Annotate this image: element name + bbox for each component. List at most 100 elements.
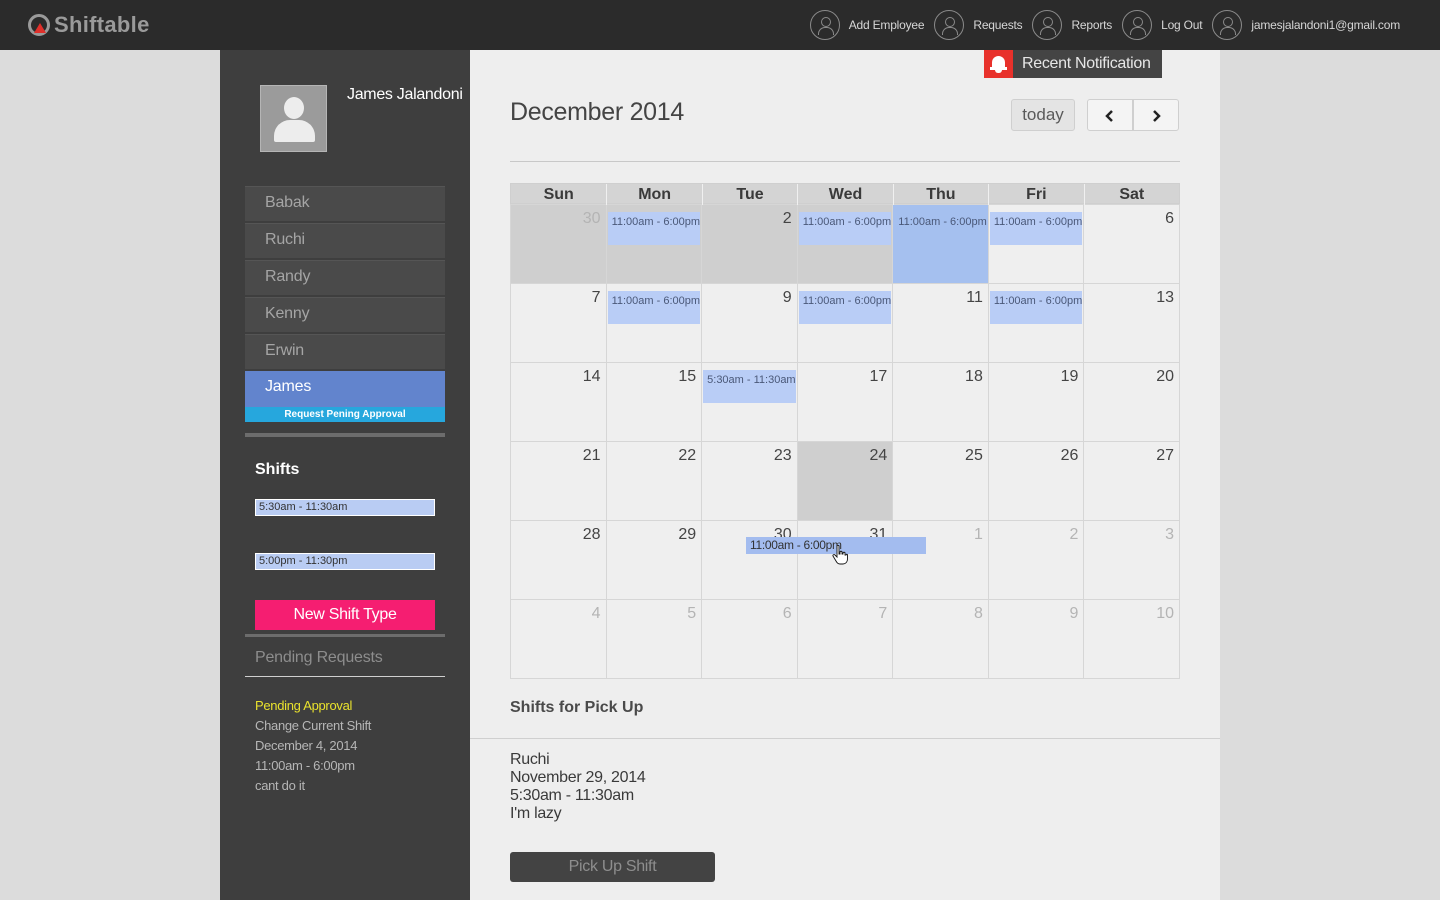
nav-requests[interactable]: Requests <box>934 10 1023 40</box>
calendar-day-cell[interactable]: 165:30am - 11:30am <box>702 363 798 442</box>
calendar-day-cell[interactable]: 811:00am - 6:00pm <box>606 284 703 363</box>
calendar-day-cell[interactable]: 10 <box>1084 600 1180 679</box>
day-number: 26 <box>1060 447 1079 464</box>
day-number: 6 <box>782 605 792 622</box>
nav-log-out[interactable]: Log Out <box>1122 10 1203 40</box>
calendar-day-cell[interactable]: 311:00am - 6:00pm <box>797 205 894 284</box>
calendar-day-cell[interactable]: 22 <box>606 442 703 521</box>
calendar-day-cell[interactable]: 6 <box>1084 205 1180 284</box>
today-button[interactable]: today <box>1011 99 1075 131</box>
calendar-day-cell[interactable]: 8 <box>893 600 989 679</box>
day-number: 22 <box>678 447 697 464</box>
user-name: James Jalandoni <box>347 86 463 103</box>
pickup-employee: Ruchi <box>510 751 550 768</box>
calendar-day-cell[interactable]: 30 <box>702 521 798 600</box>
calendar-day-cell[interactable]: 7 <box>797 600 894 679</box>
divider <box>245 676 445 677</box>
calendar-day-cell[interactable]: 511:00am - 6:00pm <box>988 205 1085 284</box>
shift-event[interactable]: 5:30am - 11:30am <box>703 370 796 403</box>
calendar-day-cell[interactable]: 19 <box>988 363 1085 442</box>
employee-item-james[interactable]: James <box>245 371 445 407</box>
employee-item-babak[interactable]: Babak <box>245 186 445 221</box>
calendar-day-cell[interactable]: 2 <box>988 521 1085 600</box>
shift-event[interactable]: 11:00am - 6:00pm <box>798 291 892 324</box>
calendar-day-cell[interactable]: 5 <box>606 600 703 679</box>
calendar-day-cell[interactable]: 411:00am - 6:00pm <box>893 205 989 284</box>
prev-month-button[interactable] <box>1087 99 1133 131</box>
pending-request[interactable]: Pending Approval Change Current Shift De… <box>255 696 371 796</box>
user-icon <box>934 10 965 40</box>
calendar-day-cell[interactable]: 14 <box>511 363 607 442</box>
pending-time: 11:00am - 6:00pm <box>255 758 355 773</box>
pending-type: Change Current Shift <box>255 718 372 733</box>
weekday-header: Sun <box>543 186 574 203</box>
employee-item-ruchi[interactable]: Ruchi <box>245 223 445 258</box>
top-nav: Add Employee Requests Reports Log Out ja… <box>800 10 1400 40</box>
calendar-day-cell[interactable]: 13 <box>1084 284 1180 363</box>
shift-event[interactable]: 11:00am - 6:00pm <box>989 212 1083 245</box>
calendar-day-cell[interactable]: 30 <box>511 205 607 284</box>
shift-event[interactable]: 11:00am - 6:00pm <box>894 212 987 245</box>
calendar-grid: 30111:00am - 6:00pm2311:00am - 6:00pm411… <box>510 204 1180 679</box>
app-logo[interactable]: Shiftable <box>28 12 150 38</box>
pending-note: cant do it <box>255 778 305 793</box>
calendar-day-cell[interactable]: 25 <box>893 442 989 521</box>
shift-event[interactable]: 11:00am - 6:00pm <box>798 212 892 245</box>
recent-notification[interactable]: Recent Notification <box>984 50 1162 78</box>
calendar-day-cell[interactable]: 15 <box>606 363 703 442</box>
calendar-day-cell[interactable]: 11 <box>893 284 989 363</box>
user-icon <box>1122 10 1153 40</box>
calendar-day-cell[interactable]: 3 <box>1084 521 1180 600</box>
shift-event[interactable]: 11:00am - 6:00pm <box>607 291 701 324</box>
shift-type-item[interactable]: 5:30am - 11:30am <box>255 499 435 516</box>
calendar-day-cell[interactable]: 111:00am - 6:00pm <box>606 205 703 284</box>
calendar-day-cell[interactable]: 9 <box>702 284 798 363</box>
day-number: 8 <box>973 605 983 622</box>
calendar-day-cell[interactable]: 29 <box>606 521 703 600</box>
employee-item-randy[interactable]: Randy <box>245 260 445 295</box>
calendar-day-cell[interactable]: 20 <box>1084 363 1180 442</box>
day-number: 14 <box>582 368 601 385</box>
pick-up-shift-button[interactable]: Pick Up Shift <box>510 852 715 882</box>
calendar-day-cell[interactable]: 21 <box>511 442 607 521</box>
chevron-right-icon <box>1153 109 1161 122</box>
next-month-button[interactable] <box>1133 99 1179 131</box>
nav-account[interactable]: jamesjalandoni1@gmail.com <box>1212 10 1400 40</box>
employee-item-erwin[interactable]: Erwin <box>245 334 445 369</box>
calendar-day-cell[interactable]: 24 <box>797 442 894 521</box>
day-number: 6 <box>1165 210 1174 227</box>
shift-event[interactable]: 11:00am - 6:00pm <box>989 291 1083 324</box>
calendar-day-cell[interactable]: 23 <box>702 442 798 521</box>
calendar-day-cell[interactable]: 18 <box>893 363 989 442</box>
calendar-day-cell[interactable]: 26 <box>988 442 1085 521</box>
hand-cursor-icon <box>832 545 848 565</box>
chevron-left-icon <box>1105 109 1113 122</box>
calendar-day-cell[interactable]: 6 <box>702 600 798 679</box>
calendar-day-cell[interactable]: 7 <box>511 284 607 363</box>
avatar-body <box>274 120 315 142</box>
logo-icon <box>28 14 50 36</box>
pending-requests-title[interactable]: Pending Requests <box>255 649 383 667</box>
weekday-header: Sat <box>1083 184 1179 205</box>
calendar-day-cell[interactable]: 1 <box>893 521 989 600</box>
calendar-day-cell[interactable]: 9 <box>988 600 1085 679</box>
calendar-day-cell[interactable]: 2 <box>702 205 798 284</box>
calendar-day-cell[interactable]: 1011:00am - 6:00pm <box>797 284 894 363</box>
pickup-note: I'm lazy <box>510 805 562 822</box>
shift-event[interactable]: 11:00am - 6:00pm <box>607 212 701 245</box>
calendar-day-cell[interactable]: 17 <box>797 363 894 442</box>
day-number: 24 <box>869 447 888 464</box>
employee-item-kenny[interactable]: Kenny <box>245 297 445 332</box>
shift-type-item[interactable]: 5:00pm - 11:30pm <box>255 553 435 570</box>
bell-icon <box>984 50 1013 78</box>
new-shift-type-button[interactable]: New Shift Type <box>255 600 435 630</box>
nav-reports[interactable]: Reports <box>1032 10 1112 40</box>
nav-add-employee[interactable]: Add Employee <box>809 10 925 40</box>
calendar-day-cell[interactable]: 27 <box>1084 442 1180 521</box>
calendar-day-cell[interactable]: 4 <box>511 600 607 679</box>
nav-label: Log Out <box>1161 18 1203 32</box>
day-number: 25 <box>965 447 983 464</box>
calendar-day-cell[interactable]: 1211:00am - 6:00pm <box>988 284 1085 363</box>
day-number: 18 <box>965 368 983 385</box>
calendar-day-cell[interactable]: 28 <box>511 521 607 600</box>
